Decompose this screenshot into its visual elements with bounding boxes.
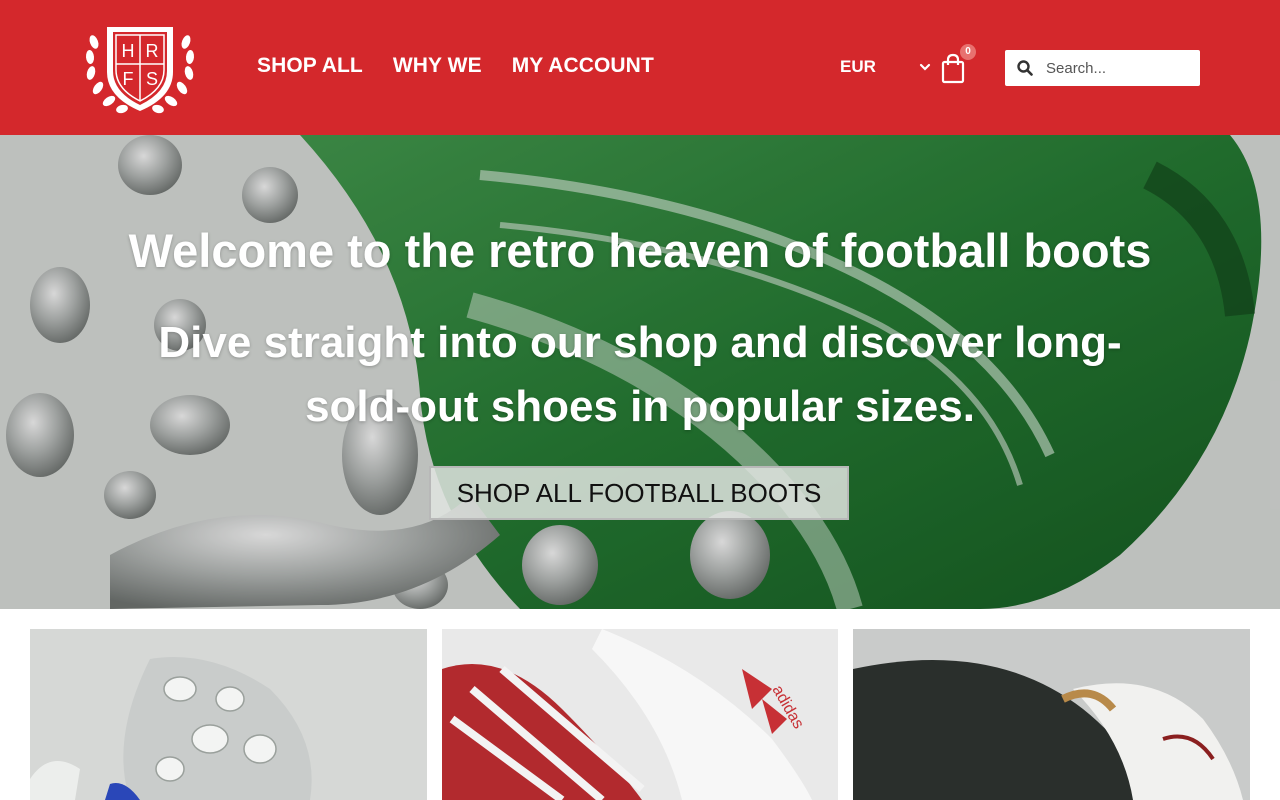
currency-selector[interactable]: EUR [840,57,932,77]
nav-why-we[interactable]: WHY WE [393,54,482,78]
search-input[interactable] [1044,58,1198,78]
black-boot-image [853,629,1250,800]
search-box [1005,50,1200,86]
search-icon[interactable] [1017,60,1033,76]
product-tile-red-boot[interactable]: adidas [442,629,838,800]
logo-letter: H [122,41,135,61]
product-tile-silver-boot[interactable] [30,629,427,800]
chevron-down-icon [919,63,931,71]
hero-title: Welcome to the retro heaven of football … [128,224,1152,277]
logo-letter: F [123,69,134,89]
logo-letter: S [146,69,158,89]
product-tile-black-boot[interactable] [853,629,1250,800]
hero-banner: Welcome to the retro heaven of football … [0,135,1280,609]
shop-all-boots-button[interactable]: SHOP ALL FOOTBALL BOOTS [429,466,849,520]
hero-subtitle: Dive straight into our shop and discover… [158,318,1122,431]
silver-boot-image [30,629,427,800]
site-header: H R F S SHOP ALL WHY WE MY ACCOUNT EUR 0 [0,0,1280,135]
nav-shop-all[interactable]: SHOP ALL [257,54,363,78]
nav-my-account[interactable]: MY ACCOUNT [512,54,654,78]
main-nav: SHOP ALL WHY WE MY ACCOUNT [257,54,654,78]
cart-count-badge: 0 [960,44,976,60]
currency-value: EUR [840,57,876,76]
logo-letter: R [146,41,159,61]
hrfs-logo[interactable]: H R F S [80,17,200,117]
red-boot-image: adidas [442,629,838,800]
